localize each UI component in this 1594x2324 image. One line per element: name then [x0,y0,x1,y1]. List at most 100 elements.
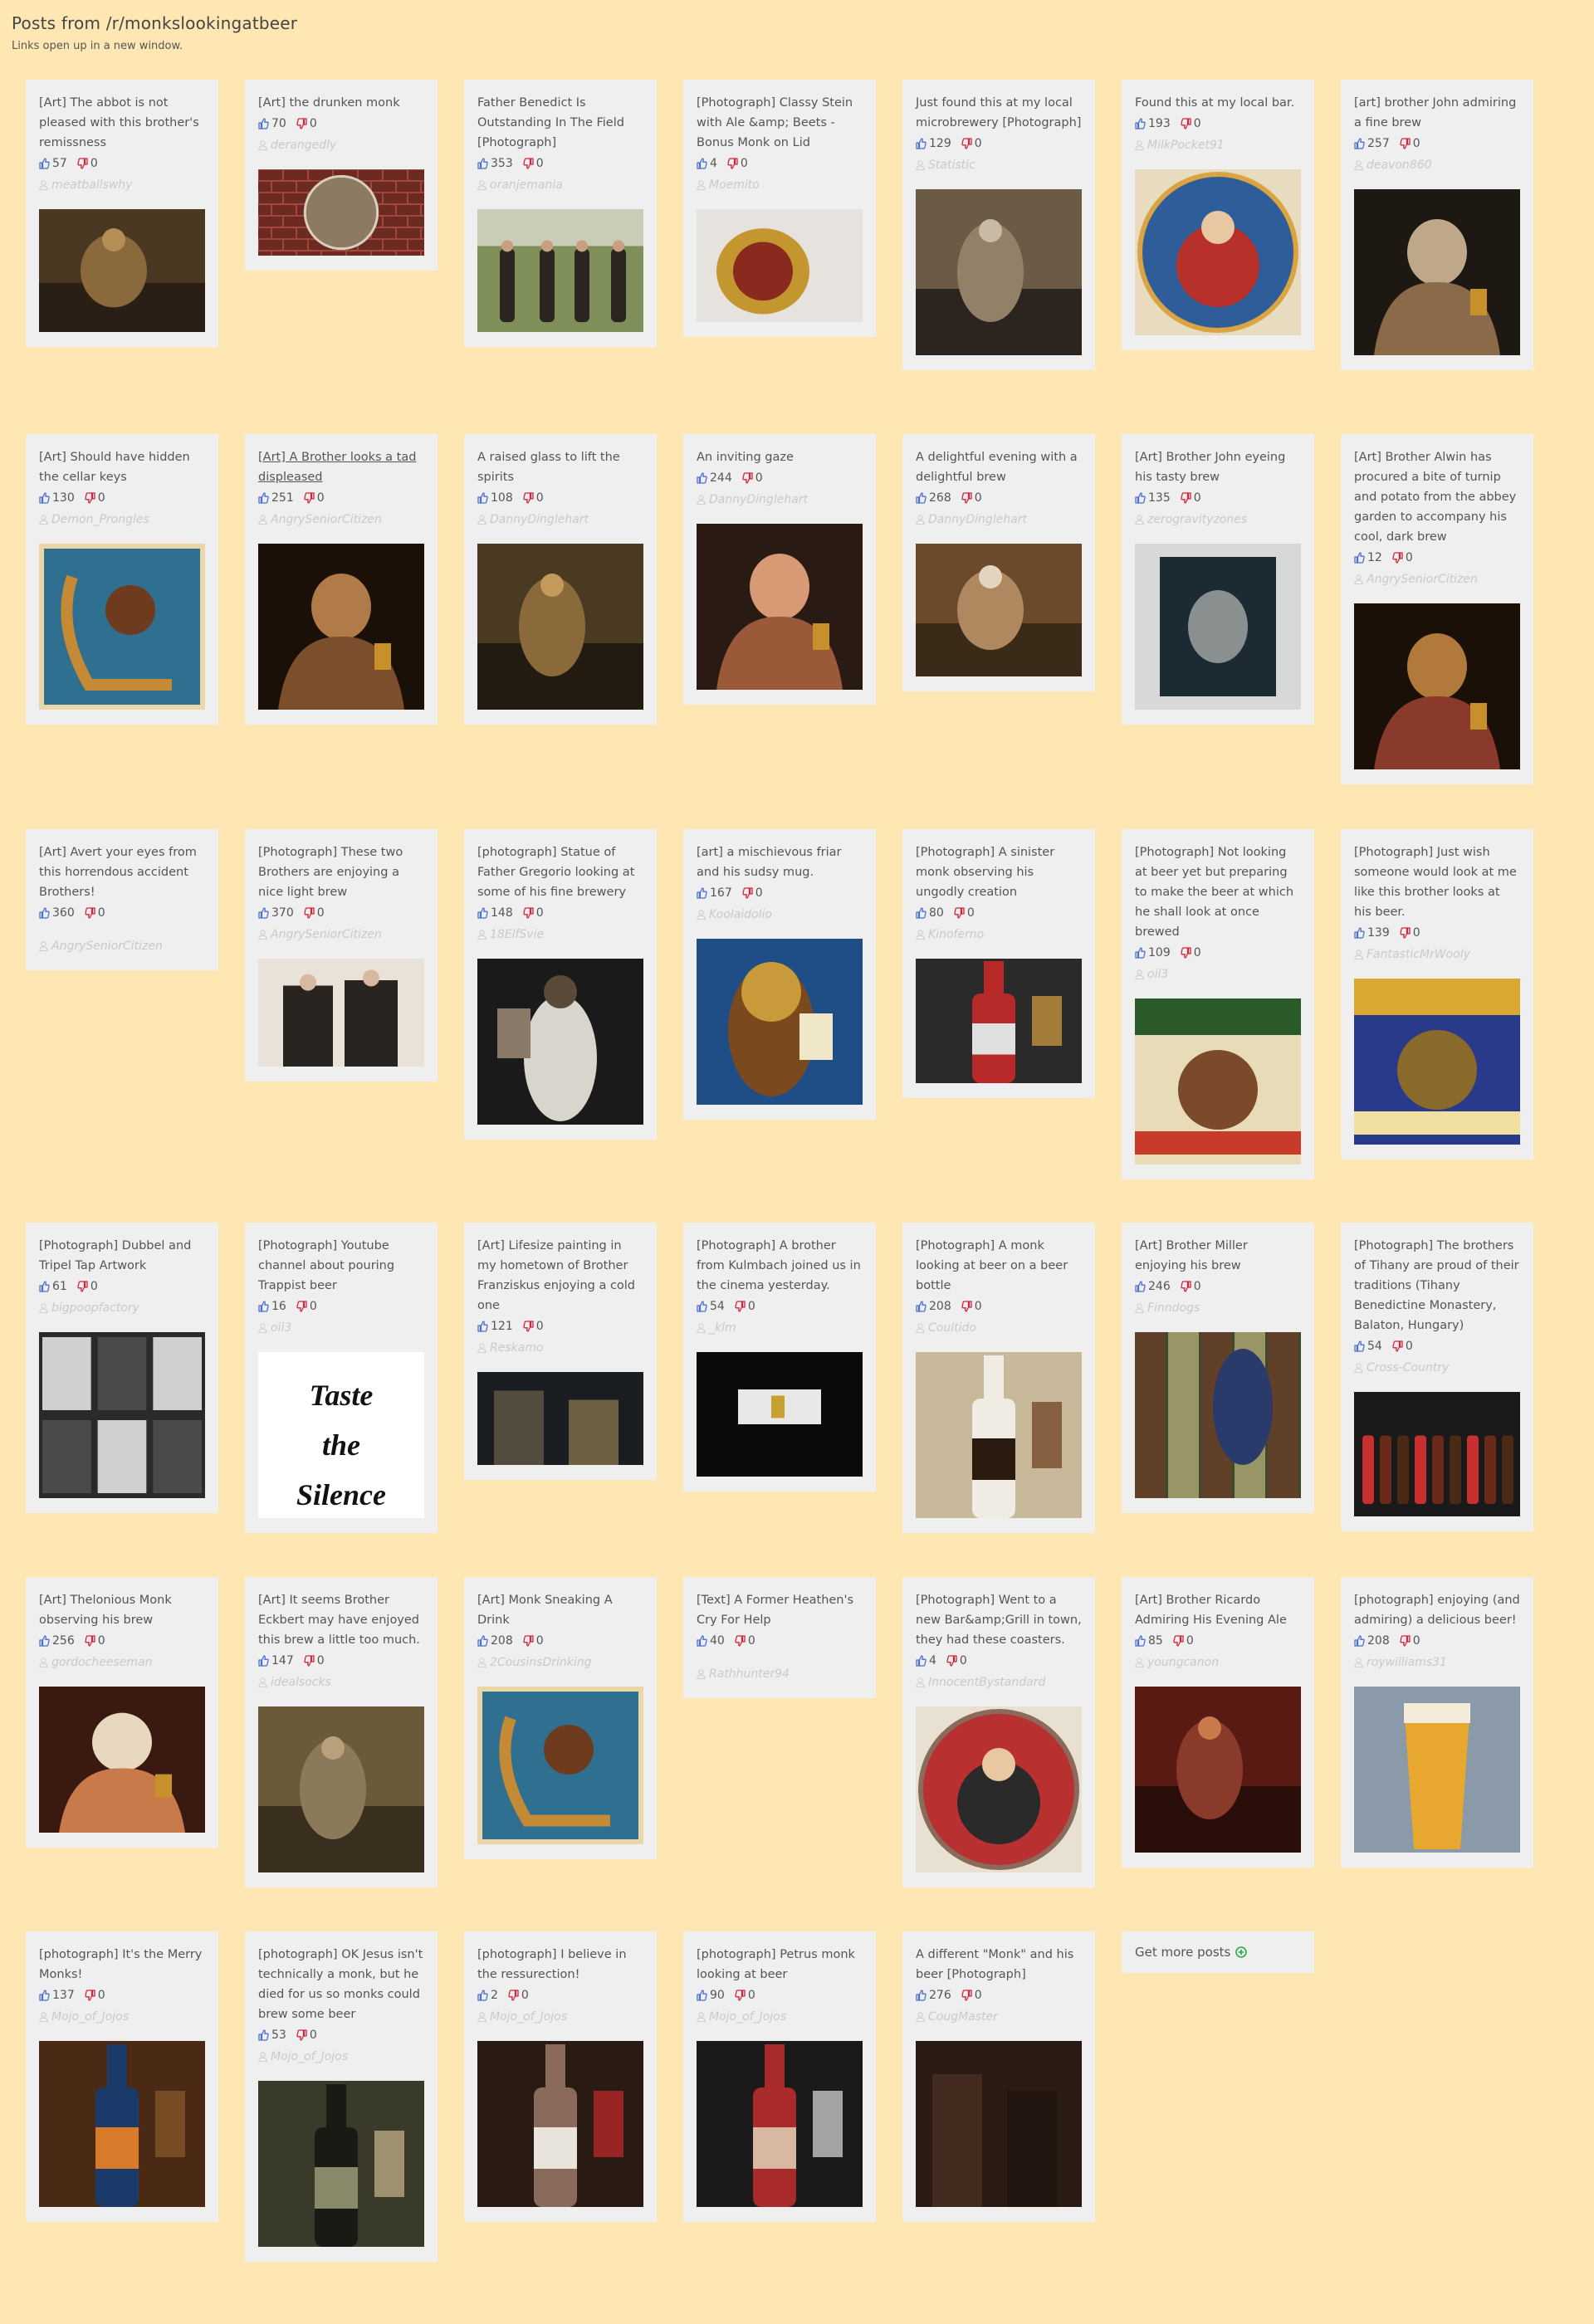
post-author[interactable]: Cross-Country [1354,1359,1520,1377]
thumbs-down-icon[interactable] [296,118,307,129]
post-thumbnail-image[interactable] [477,1372,643,1465]
downvote-count[interactable]: 0 [961,1986,982,2004]
thumbs-down-icon[interactable] [508,1990,519,2001]
post-thumbnail-image[interactable] [1135,1332,1301,1498]
upvote-count[interactable]: 193 [1135,115,1171,133]
post-author[interactable]: derangedly [258,136,424,154]
post-author[interactable]: InnocentBystandard [916,1673,1082,1692]
downvote-count[interactable]: 0 [1181,944,1201,962]
thumbs-down-icon[interactable] [1392,552,1403,564]
post-thumbnail[interactable] [1135,998,1301,1164]
upvote-count[interactable]: 130 [39,489,75,507]
downvote-count[interactable]: 0 [742,884,763,902]
post-thumbnail-image[interactable]: Taste the Silence [258,1352,424,1518]
thumbs-up-icon[interactable] [697,1301,707,1312]
thumbs-down-icon[interactable] [961,138,972,149]
thumbs-up-icon[interactable] [258,2029,269,2041]
post-thumbnail[interactable] [1354,189,1520,355]
upvote-count[interactable]: 80 [916,904,944,922]
post-title-link[interactable]: [Photograph] A sinister monk observing h… [916,842,1082,902]
post-title-link[interactable]: [photograph] Statue of Father Gregorio l… [477,842,643,902]
thumbs-down-icon[interactable] [85,1990,95,2001]
upvote-count[interactable]: 54 [697,1297,725,1316]
upvote-count[interactable]: 244 [697,469,732,487]
upvote-count[interactable]: 148 [477,904,513,922]
downvote-count[interactable]: 0 [735,1986,755,2004]
thumbs-down-icon[interactable] [523,907,534,919]
post-thumbnail-image[interactable] [697,524,863,690]
thumbs-down-icon[interactable] [1400,138,1411,149]
thumbs-down-icon[interactable] [735,1635,746,1647]
post-thumbnail-image[interactable] [258,2081,424,2247]
upvote-count[interactable]: 121 [477,1317,513,1335]
thumbs-up-icon[interactable] [39,1281,50,1292]
downvote-count[interactable]: 0 [508,1986,529,2004]
post-author[interactable]: meatballswhy [39,176,205,194]
thumbs-up-icon[interactable] [1135,118,1146,129]
downvote-count[interactable]: 0 [523,489,544,507]
post-author[interactable]: Finndogs [1135,1299,1301,1317]
post-thumbnail-image[interactable] [258,959,424,1067]
post-thumbnail[interactable] [697,1352,863,1477]
thumbs-up-icon[interactable] [697,158,707,169]
post-thumbnail[interactable] [916,959,1082,1083]
get-more-posts-card[interactable]: Get more posts [1122,1931,1314,1973]
post-author[interactable]: Mojo_of_Jojos [39,2008,205,2026]
thumbs-up-icon[interactable] [697,1635,707,1647]
post-thumbnail[interactable] [1354,1392,1520,1516]
downvote-count[interactable]: 0 [296,115,317,133]
post-thumbnail-image[interactable] [258,1706,424,1872]
upvote-count[interactable]: 16 [258,1297,286,1316]
post-author[interactable]: Demon_Prongles [39,510,205,529]
post-thumbnail-image[interactable] [1354,603,1520,769]
upvote-count[interactable]: 54 [1354,1337,1382,1355]
post-title-link[interactable]: [Art] Lifesize painting in my hometown o… [477,1236,643,1316]
post-thumbnail-image[interactable] [39,1332,205,1498]
upvote-count[interactable]: 108 [477,489,513,507]
post-author[interactable]: AngrySeniorCitizen [1354,570,1520,588]
thumbs-up-icon[interactable] [916,907,927,919]
post-thumbnail[interactable] [39,544,205,710]
post-thumbnail[interactable] [916,1352,1082,1518]
thumbs-up-icon[interactable] [39,1990,50,2001]
post-thumbnail[interactable] [477,544,643,710]
thumbs-up-icon[interactable] [697,887,707,899]
thumbs-up-icon[interactable] [916,492,927,504]
post-title-link[interactable]: [photograph] I believe in the ressurecti… [477,1945,643,1985]
downvote-count[interactable]: 0 [1392,549,1413,567]
post-title-link[interactable]: [Art] A Brother looks a tad displeased [258,447,424,487]
post-thumbnail-image[interactable] [39,1687,205,1833]
post-author[interactable]: AngrySeniorCitizen [39,937,205,955]
post-title-link[interactable]: [Photograph] Went to a new Bar&amp;Grill… [916,1590,1082,1650]
post-thumbnail-image[interactable] [697,1352,863,1477]
downvote-count[interactable]: 0 [1400,924,1420,942]
post-thumbnail[interactable] [477,1687,643,1844]
thumbs-up-icon[interactable] [916,1655,927,1667]
downvote-count[interactable]: 0 [523,1632,544,1650]
upvote-count[interactable]: 208 [477,1632,513,1650]
upvote-count[interactable]: 256 [39,1632,75,1650]
thumbs-up-icon[interactable] [258,1301,269,1312]
post-author[interactable]: DannyDinglehart [916,510,1082,529]
post-thumbnail-image[interactable] [916,189,1082,355]
post-author[interactable]: bigpoopfactory [39,1299,205,1317]
post-thumbnail-image[interactable] [1135,998,1301,1164]
post-thumbnail[interactable] [916,1706,1082,1872]
post-thumbnail[interactable] [916,544,1082,676]
post-thumbnail[interactable] [1135,169,1301,335]
downvote-count[interactable]: 0 [1181,489,1201,507]
post-thumbnail[interactable] [258,1706,424,1872]
post-author[interactable]: 2CousinsDrinking [477,1653,643,1672]
upvote-count[interactable]: 109 [1135,944,1171,962]
post-title-link[interactable]: Found this at my local bar. [1135,93,1301,113]
thumbs-down-icon[interactable] [961,1301,972,1312]
post-author[interactable]: Mojo_of_Jojos [477,2008,643,2026]
post-author[interactable]: _klm [697,1319,863,1337]
post-author[interactable]: AngrySeniorCitizen [258,510,424,529]
thumbs-up-icon[interactable] [477,1990,488,2001]
thumbs-down-icon[interactable] [735,1301,746,1312]
post-thumbnail-image[interactable] [1135,544,1301,710]
upvote-count[interactable]: 70 [258,115,286,133]
post-author[interactable]: Mojo_of_Jojos [258,2048,424,2066]
post-thumbnail[interactable] [39,1687,205,1833]
